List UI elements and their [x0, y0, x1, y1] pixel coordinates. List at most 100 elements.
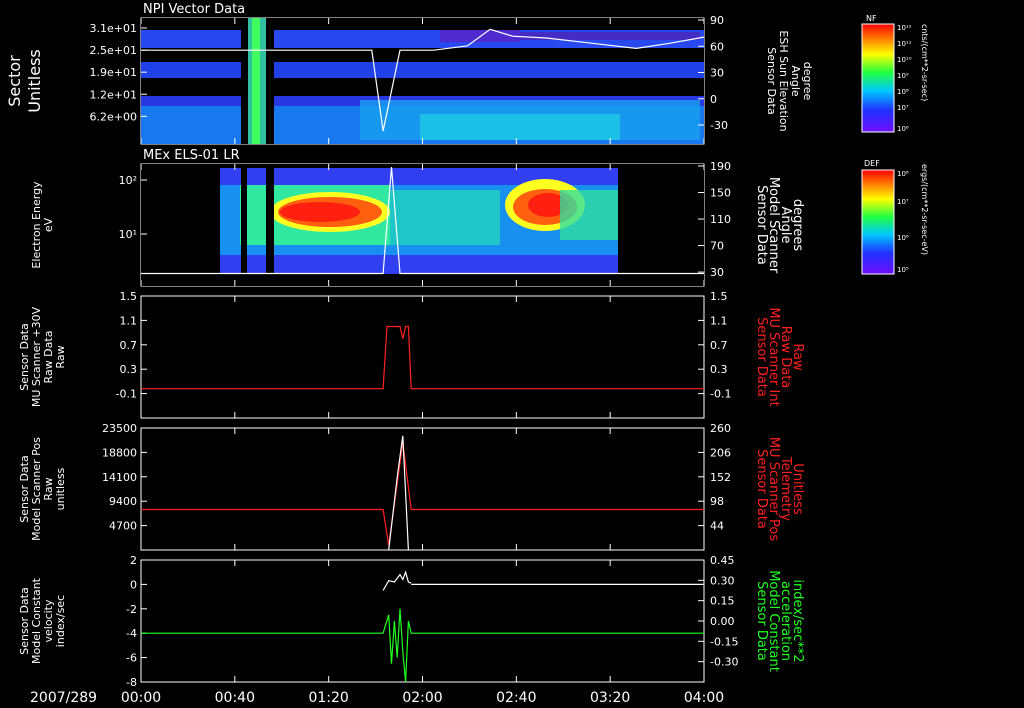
y-tick-label-left: 18800 — [102, 446, 137, 459]
y-axis-label-right: Raw — [790, 343, 805, 371]
y-tick-label-right: 98 — [710, 495, 724, 508]
y-tick-label-left: 23500 — [102, 422, 137, 435]
x-tick-label: 03:20 — [590, 690, 630, 706]
y-tick-label-right: 60 — [710, 40, 724, 53]
date-label: 2007/289 — [30, 690, 97, 706]
x-tick-label: 04:00 — [684, 690, 724, 706]
npi-colorbar-top: 10¹² — [897, 24, 912, 32]
y-axis-label-left: eV — [42, 217, 55, 232]
y-tick-label-right: 44 — [710, 520, 724, 533]
series-line — [141, 608, 704, 683]
y-tick-label-left: 0 — [130, 578, 137, 591]
y-tick-label-right: 0.45 — [710, 554, 735, 567]
y-tick-label-right: 0.00 — [710, 615, 735, 628]
y-tick-label-left: 1.2e+01 — [90, 88, 137, 101]
els-colorbar-top: 10⁸ — [897, 170, 909, 178]
y-tick-label-right: 206 — [710, 446, 731, 459]
y-axis-label-right: degree — [801, 62, 814, 101]
y-tick-label-right: 1.1 — [710, 314, 728, 327]
panel-frame — [140, 295, 705, 419]
series-line — [388, 435, 409, 551]
y-tick-label-right: 110 — [710, 213, 731, 226]
y-axis-label-right: degrees — [790, 199, 805, 252]
npi-colorbar-tick: 10⁹ — [897, 72, 909, 80]
npi-colorbar-bottom: 10⁶ — [897, 125, 909, 133]
y-tick-label-right: 0.15 — [710, 595, 735, 608]
y-tick-label-right: -0.30 — [710, 656, 738, 669]
y-axis-label-right: ESH Sun Elevation — [777, 30, 790, 131]
y-tick-label-left: 0.7 — [120, 339, 138, 352]
y-tick-label-left: -4 — [126, 627, 137, 640]
y-tick-label-right: 150 — [710, 187, 731, 200]
y-tick-label-left: 1.5 — [120, 290, 138, 303]
y-tick-label-left: 14100 — [102, 471, 137, 484]
y-axis-label-right: Unitless — [790, 463, 805, 515]
y-tick-label-left: -2 — [126, 603, 137, 616]
y-tick-label-left: -0.1 — [116, 388, 137, 401]
y-axis-label-left: unitless — [54, 467, 67, 510]
panel-frame — [140, 427, 705, 551]
y-tick-label-right: 0 — [710, 93, 717, 106]
els-colorbar-tick: 10⁷ — [897, 198, 909, 206]
els-heatmap — [141, 164, 704, 286]
els-title: MEx ELS-01 LR — [143, 148, 240, 163]
y-tick-label-right: 1.5 — [710, 290, 728, 303]
y-tick-label-left: 2 — [130, 554, 137, 567]
els-colorbar-tick: 10⁶ — [897, 234, 909, 242]
y-tick-label-right: 0.3 — [710, 363, 728, 376]
y-axis-label-right: index/sec**2 — [790, 579, 805, 662]
y-tick-label-right: 152 — [710, 471, 731, 484]
npi-colorbar-tick: 10¹⁰ — [897, 56, 912, 64]
els-colorbar-units: ergs/(cm**2-sr-sec-eV) — [920, 164, 929, 255]
y-tick-label-left: 10¹ — [119, 228, 137, 241]
y-axis-label-left: index/sec — [54, 595, 67, 647]
y-tick-label-left: 2.5e+01 — [90, 44, 137, 57]
panel-frame — [140, 559, 705, 683]
npi-title: NPI Vector Data — [143, 2, 245, 17]
x-tick-label: 01:20 — [308, 690, 348, 706]
els-colorbar-label: DEF — [864, 159, 880, 168]
y-axis-label-right: Angle — [789, 65, 802, 97]
y-axis-label-right: Sensor Data — [765, 47, 778, 114]
y-tick-label-left: 4700 — [109, 520, 137, 533]
npi-heatmap — [141, 18, 704, 144]
npi-colorbar: NF 10¹² 10¹¹ 10¹⁰ 10⁹ 10⁸ 10⁷ 10⁶ cnts/(… — [861, 14, 929, 133]
y-axis-label-left: Raw — [54, 345, 67, 368]
npi-colorbar-tick: 10⁸ — [897, 88, 909, 96]
series-line — [382, 570, 412, 591]
y-tick-label-left: 0.3 — [120, 363, 138, 376]
y-tick-label-right: 0.7 — [710, 339, 728, 352]
x-tick-label: 00:40 — [215, 690, 255, 706]
y-tick-label-left: 3.1e+01 — [90, 22, 137, 35]
els-colorbar: DEF 10⁸ 10⁷ 10⁶ 10⁵ ergs/(cm**2-sr-sec-e… — [861, 159, 929, 275]
y-tick-label-left: 10² — [119, 174, 137, 187]
y-tick-label-right: 90 — [710, 14, 724, 27]
npi-colorbar-label: NF — [866, 14, 877, 23]
y-tick-label-left: 6.2e+00 — [90, 110, 137, 123]
chart-figure: NF 10¹² 10¹¹ 10¹⁰ 10⁹ 10⁸ 10⁷ 10⁶ cnts/(… — [5, 2, 929, 706]
y-tick-label-right: 70 — [710, 240, 724, 253]
x-tick-label: 02:40 — [496, 690, 536, 706]
y-axis-label-left: Sector — [5, 55, 24, 107]
y-tick-label-right: 0.30 — [710, 574, 735, 587]
els-colorbar-bottom: 10⁵ — [897, 266, 909, 274]
x-tick-label: 02:00 — [402, 690, 442, 706]
x-tick-label: 00:00 — [121, 690, 161, 706]
npi-colorbar-tick: 10¹¹ — [897, 40, 912, 48]
npi-colorbar-units: cnts/(cm**2-sr-sec) — [920, 24, 929, 101]
y-tick-label-right: 30 — [710, 67, 724, 80]
y-tick-label-right: -30 — [710, 119, 728, 132]
y-tick-label-left: 1.1 — [120, 314, 138, 327]
y-tick-label-left: 1.9e+01 — [90, 66, 137, 79]
y-tick-label-right: 190 — [710, 160, 731, 173]
y-tick-label-right: 260 — [710, 422, 731, 435]
y-tick-label-right: -0.15 — [710, 635, 738, 648]
y-tick-label-left: -8 — [126, 676, 137, 689]
y-axis-label-left: Unitless — [25, 49, 44, 113]
series-line — [141, 442, 704, 546]
y-tick-label-left: 9400 — [109, 495, 137, 508]
series-line — [141, 325, 704, 390]
y-tick-label-right: 30 — [710, 266, 724, 279]
y-tick-label-right: -0.1 — [710, 388, 731, 401]
npi-colorbar-tick: 10⁷ — [897, 104, 909, 112]
